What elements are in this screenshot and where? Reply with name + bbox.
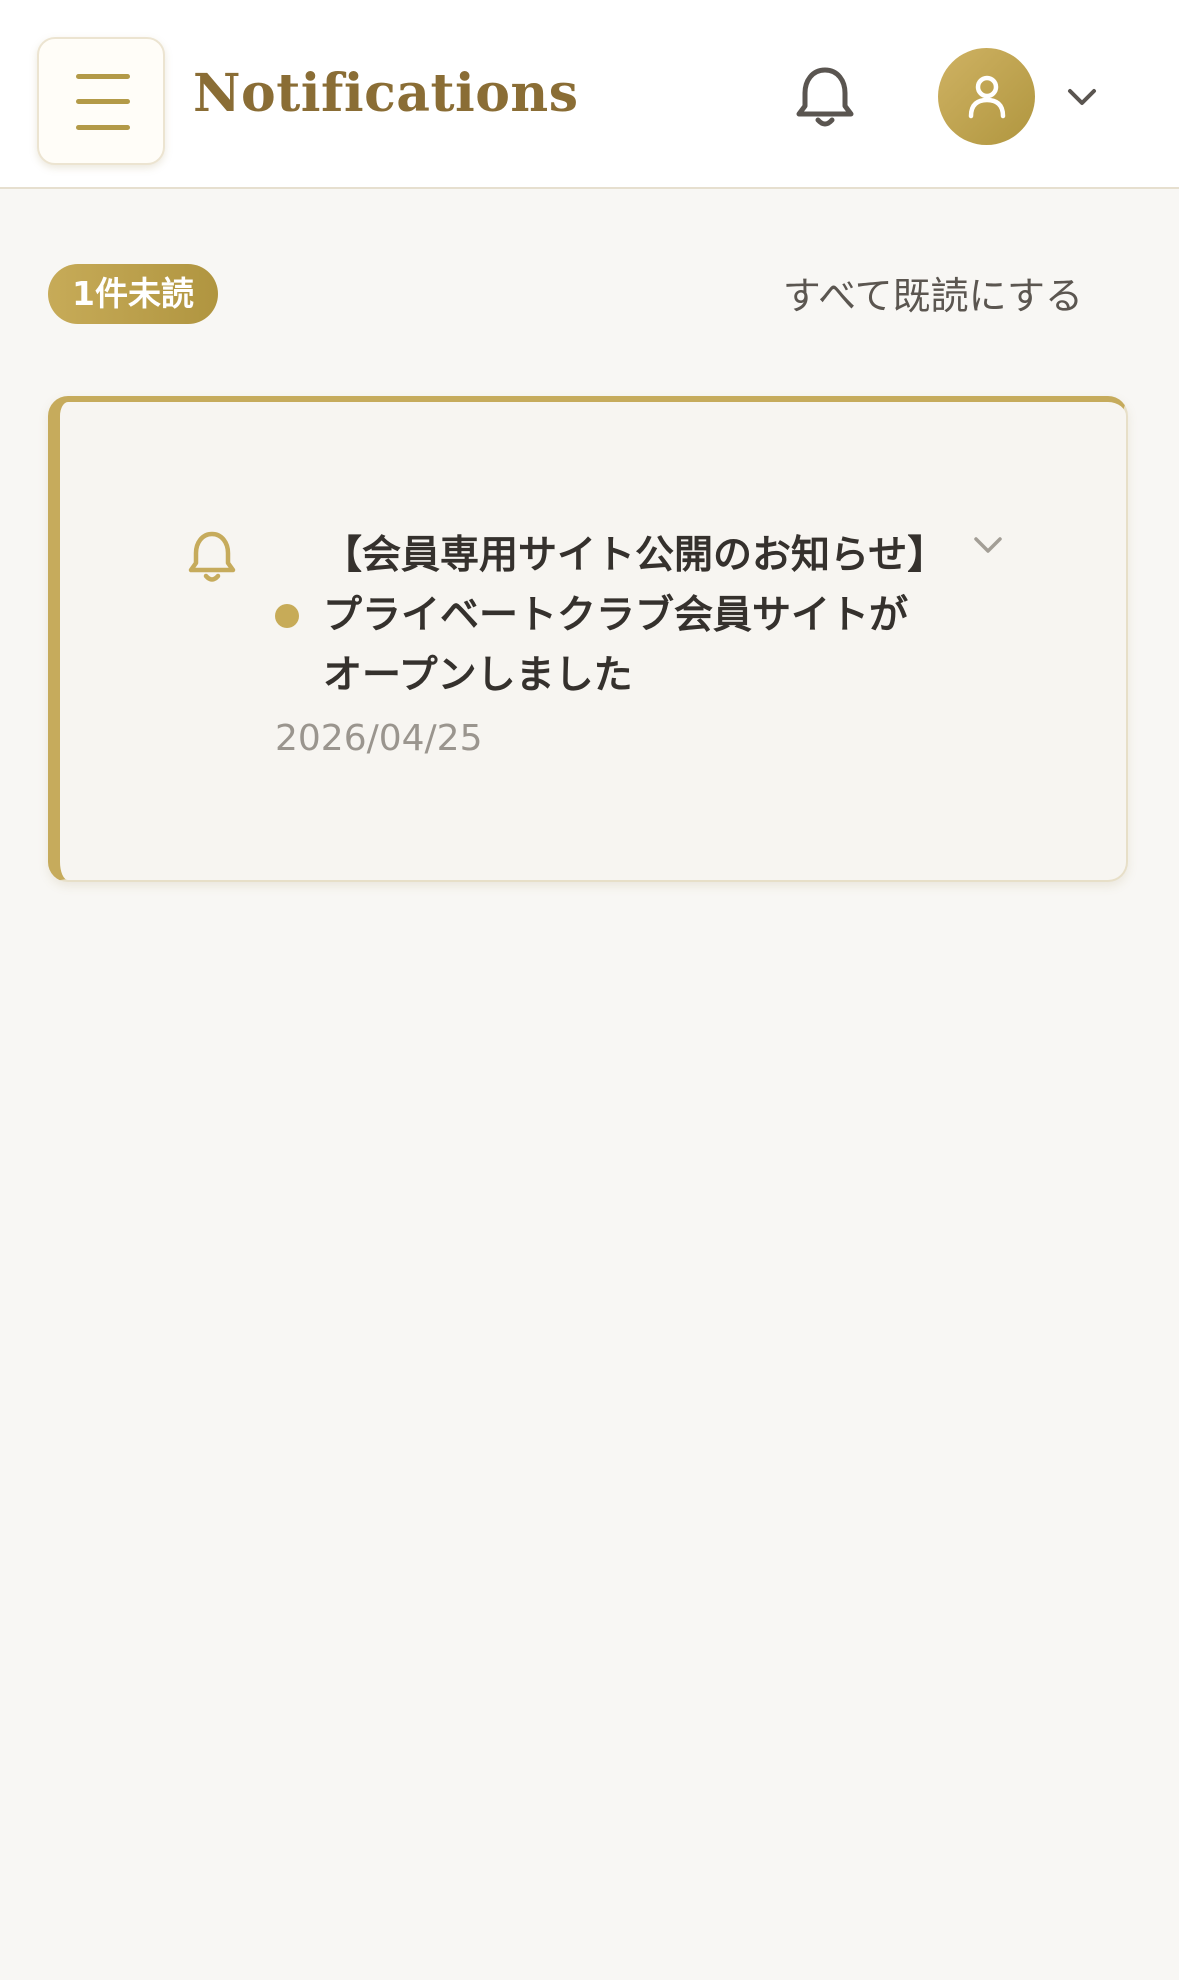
notifications-button[interactable]: [790, 62, 860, 132]
user-icon: [968, 75, 1006, 119]
chevron-down-icon: [1068, 89, 1096, 105]
app-header: Notifications: [0, 0, 1179, 189]
expand-notification-button[interactable]: [966, 524, 1010, 568]
bell-icon: [188, 531, 236, 582]
notification-card[interactable]: 【会員専用サイト公開のお知らせ】プライベートクラブ会員サイトがオープンしました …: [48, 396, 1128, 882]
bell-icon: [796, 67, 854, 127]
unread-count-badge: 1件未読: [48, 264, 218, 324]
account-menu-toggle[interactable]: [1062, 78, 1102, 118]
unread-indicator: [275, 604, 299, 628]
chevron-down-icon: [974, 537, 1002, 553]
mark-all-read-button[interactable]: すべて既読にする: [783, 266, 1083, 326]
notification-title[interactable]: 【会員専用サイト公開のお知らせ】プライベートクラブ会員サイトがオープンしました: [323, 526, 943, 706]
page-title: Notifications: [193, 63, 579, 124]
avatar[interactable]: [938, 48, 1035, 145]
menu-button[interactable]: [37, 37, 165, 165]
notification-date: 2026/04/25: [275, 718, 483, 759]
